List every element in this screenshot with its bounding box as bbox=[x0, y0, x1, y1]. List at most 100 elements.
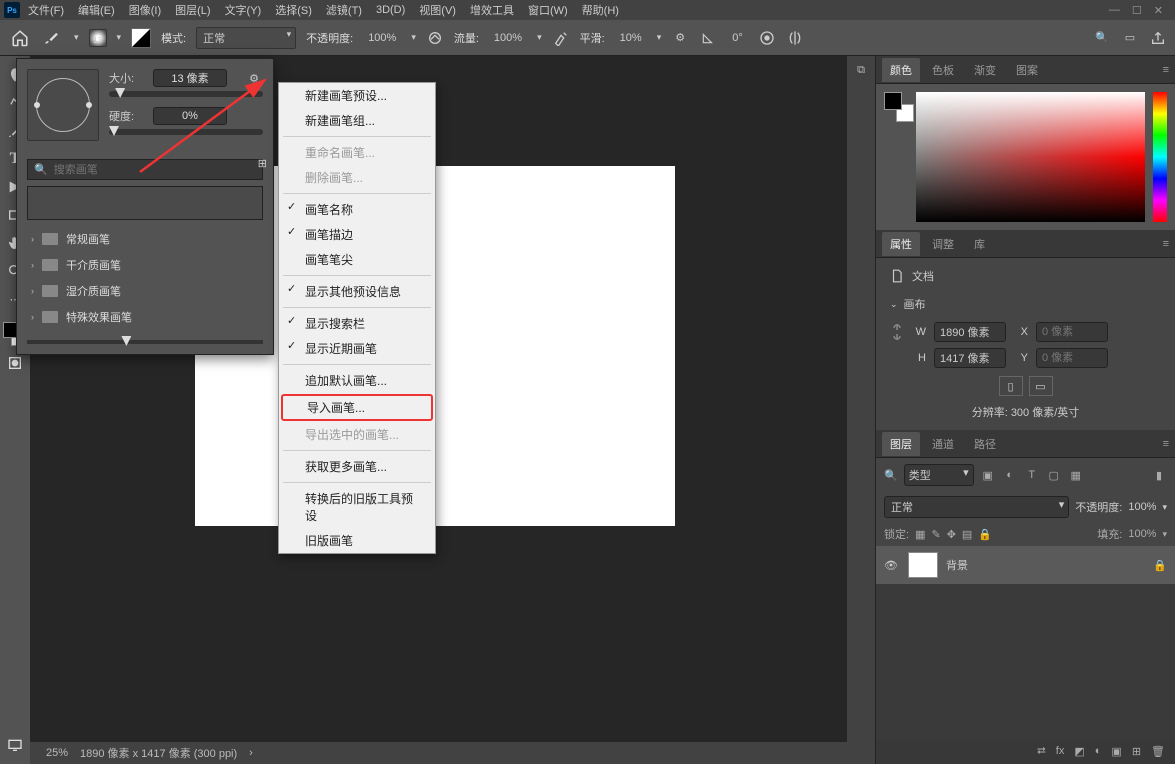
ctx-brush-tip[interactable]: 画笔笔尖 bbox=[279, 247, 435, 272]
layer-row[interactable]: 👁 背景 🔒 bbox=[876, 546, 1175, 584]
ctx-show-recent[interactable]: 显示近期画笔 bbox=[279, 336, 435, 361]
link-icon[interactable] bbox=[890, 325, 904, 339]
workspace-icon[interactable]: ▭ bbox=[1121, 29, 1139, 47]
lock-artboard-icon[interactable]: ▤ bbox=[962, 528, 972, 541]
menu-window[interactable]: 窗口(W) bbox=[522, 0, 574, 20]
pressure-size-icon[interactable] bbox=[758, 29, 776, 47]
menu-select[interactable]: 选择(S) bbox=[269, 0, 318, 20]
fx-icon[interactable]: fx bbox=[1056, 745, 1065, 758]
hardness-slider[interactable] bbox=[109, 129, 263, 135]
chevron-down-icon[interactable]: ⌄ bbox=[890, 299, 898, 310]
gear-icon[interactable]: ⚙ bbox=[671, 29, 689, 47]
menu-file[interactable]: 文件(F) bbox=[22, 0, 70, 20]
ctx-import-brushes[interactable]: 导入画笔... bbox=[281, 394, 433, 421]
ctx-brush-stroke[interactable]: 画笔描边 bbox=[279, 222, 435, 247]
chevron-down-icon[interactable]: ▾ bbox=[537, 32, 542, 43]
flow-value[interactable]: 100% bbox=[489, 29, 527, 47]
mask-icon[interactable]: ◩ bbox=[1074, 745, 1084, 758]
brush-folder[interactable]: ›特殊效果画笔 bbox=[27, 304, 263, 330]
ctx-legacy-presets[interactable]: 转换后的旧版工具预设 bbox=[279, 486, 435, 528]
menu-image[interactable]: 图像(I) bbox=[123, 0, 167, 20]
layer-thumb[interactable] bbox=[908, 552, 938, 578]
smooth-value[interactable]: 10% bbox=[615, 29, 647, 47]
menu-filter[interactable]: 滤镜(T) bbox=[320, 0, 368, 20]
height-field[interactable] bbox=[934, 348, 1006, 368]
brush-folder[interactable]: ›常规画笔 bbox=[27, 226, 263, 252]
layer-opacity-value[interactable]: 100% bbox=[1128, 501, 1156, 513]
opacity-value[interactable]: 100% bbox=[363, 29, 401, 47]
angle-value[interactable]: 0° bbox=[727, 29, 748, 47]
panel-menu-icon[interactable]: ≡ bbox=[1163, 64, 1169, 76]
ctx-get-more[interactable]: 获取更多画笔... bbox=[279, 454, 435, 479]
color-spectrum[interactable] bbox=[916, 92, 1145, 222]
ctx-new-preset[interactable]: 新建画笔预设... bbox=[279, 83, 435, 108]
blend-mode-select[interactable]: 正常 bbox=[884, 496, 1069, 518]
brush-folder[interactable]: ›湿介质画笔 bbox=[27, 278, 263, 304]
portrait-icon[interactable]: ▯ bbox=[999, 376, 1023, 396]
filter-toggle-icon[interactable]: ▮ bbox=[1151, 467, 1167, 483]
brush-tip-preview[interactable] bbox=[27, 69, 99, 141]
tab-library[interactable]: 库 bbox=[966, 232, 993, 256]
menu-type[interactable]: 文字(Y) bbox=[219, 0, 268, 20]
chevron-down-icon[interactable]: ▾ bbox=[117, 32, 122, 43]
brush-swatch-icon[interactable] bbox=[131, 28, 151, 48]
tool-screen[interactable] bbox=[4, 734, 26, 756]
width-field[interactable] bbox=[934, 322, 1006, 342]
chevron-down-icon[interactable]: ▾ bbox=[411, 32, 416, 43]
y-field[interactable] bbox=[1036, 348, 1108, 368]
panel-menu-icon[interactable]: ≡ bbox=[1163, 238, 1169, 250]
max-icon[interactable]: ☐ bbox=[1132, 4, 1142, 17]
tab-layers[interactable]: 图层 bbox=[882, 432, 920, 456]
landscape-icon[interactable]: ▭ bbox=[1029, 376, 1053, 396]
gear-icon[interactable]: ⚙ bbox=[245, 69, 263, 87]
trash-icon[interactable]: 🗑 bbox=[1151, 745, 1165, 758]
filter-adjust-icon[interactable]: ◐ bbox=[1002, 467, 1018, 483]
brush-folder[interactable]: ›干介质画笔 bbox=[27, 252, 263, 278]
color-swatch[interactable] bbox=[884, 92, 908, 116]
ctx-new-group[interactable]: 新建画笔组... bbox=[279, 108, 435, 133]
search-icon[interactable]: 🔍 bbox=[1093, 29, 1111, 47]
home-icon[interactable] bbox=[8, 26, 32, 50]
close-icon[interactable]: ✕ bbox=[1154, 4, 1163, 17]
lock-pixels-icon[interactable]: ▦ bbox=[915, 528, 925, 541]
visibility-icon[interactable]: 👁 bbox=[884, 559, 900, 572]
symmetry-icon[interactable] bbox=[786, 29, 804, 47]
tab-paths[interactable]: 路径 bbox=[966, 432, 1004, 456]
x-field[interactable] bbox=[1036, 322, 1108, 342]
filter-shape-icon[interactable]: ▢ bbox=[1046, 467, 1062, 483]
new-layer-icon[interactable]: ⊞ bbox=[1132, 745, 1141, 758]
layer-name[interactable]: 背景 bbox=[946, 557, 968, 573]
size-slider[interactable] bbox=[109, 91, 263, 97]
tool-quickmask[interactable] bbox=[4, 352, 26, 374]
search-icon[interactable]: 🔍 bbox=[884, 469, 898, 482]
brush-search-input[interactable] bbox=[54, 164, 256, 176]
group-icon[interactable]: ▣ bbox=[1111, 745, 1121, 758]
brush-tool-icon[interactable] bbox=[42, 27, 64, 49]
tab-color[interactable]: 颜色 bbox=[882, 58, 920, 82]
share-icon[interactable] bbox=[1149, 29, 1167, 47]
panel-menu-icon[interactable]: ≡ bbox=[1163, 438, 1169, 450]
tab-properties[interactable]: 属性 bbox=[882, 232, 920, 256]
hue-strip[interactable] bbox=[1153, 92, 1167, 222]
menu-edit[interactable]: 编辑(E) bbox=[72, 0, 121, 20]
lock-icon[interactable]: 🔒 bbox=[1153, 559, 1167, 572]
filter-smart-icon[interactable]: ▦ bbox=[1068, 467, 1084, 483]
tab-swatches[interactable]: 色板 bbox=[924, 58, 962, 82]
lock-paint-icon[interactable]: ✎ bbox=[931, 528, 940, 541]
menu-3d[interactable]: 3D(D) bbox=[370, 2, 411, 18]
chevron-down-icon[interactable]: ▾ bbox=[74, 32, 79, 43]
adjustment-icon[interactable]: ◐ bbox=[1095, 745, 1102, 758]
filter-type-icon[interactable]: T bbox=[1024, 467, 1040, 483]
new-preset-icon[interactable]: ⊞ bbox=[258, 157, 267, 170]
filter-type-select[interactable]: 类型 bbox=[904, 464, 974, 486]
menu-help[interactable]: 帮助(H) bbox=[576, 0, 625, 20]
tab-patterns[interactable]: 图案 bbox=[1008, 58, 1046, 82]
menu-view[interactable]: 视图(V) bbox=[413, 0, 462, 20]
chevron-right-icon[interactable]: › bbox=[249, 747, 253, 759]
menu-plugins[interactable]: 增效工具 bbox=[464, 0, 520, 20]
hardness-field[interactable] bbox=[153, 107, 227, 125]
airbrush-icon[interactable] bbox=[552, 29, 570, 47]
link-layers-icon[interactable]: ⮂ bbox=[1037, 745, 1046, 758]
tab-gradients[interactable]: 渐变 bbox=[966, 58, 1004, 82]
brush-preset-icon[interactable]: 13 bbox=[89, 29, 107, 47]
